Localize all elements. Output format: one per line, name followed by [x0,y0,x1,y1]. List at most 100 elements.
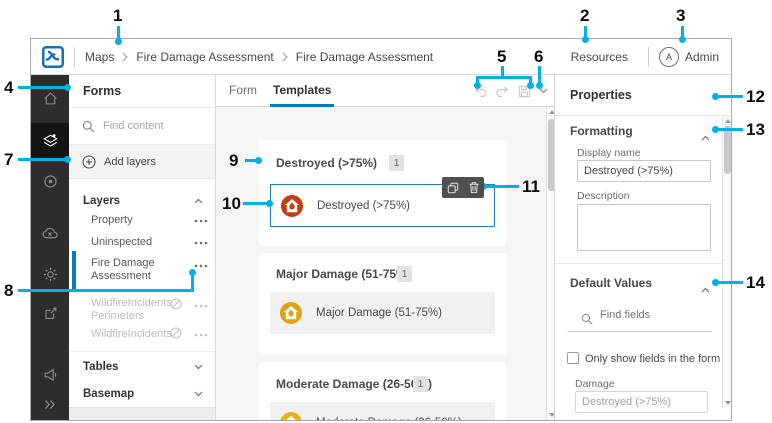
collapse-default-values-button[interactable] [701,280,710,298]
sidebar-item-feedback[interactable] [31,363,69,385]
breadcrumb: Maps Fire Damage Assessment Fire Damage … [85,50,433,64]
scroll-up-arrow[interactable] [725,119,731,123]
template-item-moderate-damage[interactable]: Moderate Damage (26-50%) [270,402,495,420]
chevron-up-icon [701,135,710,141]
breadcrumb-maps[interactable]: Maps [85,50,114,64]
search-underline [567,331,712,332]
scrollbar-thumb[interactable] [724,126,731,174]
ellipsis-icon [194,333,208,337]
breadcrumb-map-name[interactable]: Fire Damage Assessment [136,50,273,64]
chevron-up-icon [701,287,710,293]
avatar[interactable]: A [659,47,679,67]
chevron-up-icon [194,198,203,204]
forms-panel-title: Forms [69,75,215,108]
home-icon [42,90,59,107]
damage-field-label: Damage [575,378,615,390]
display-name-input[interactable] [577,160,711,182]
template-item-major-damage[interactable]: Major Damage (51-75%) [270,292,495,334]
sidebar-item-offline[interactable] [31,222,69,244]
tables-section-label: Tables [83,361,119,373]
arcgis-logo[interactable] [42,46,64,68]
duplicate-icon[interactable] [447,182,459,194]
app-window: Maps Fire Damage Assessment Fire Damage … [30,38,732,421]
forms-icon [42,133,59,150]
forms-panel-footer [69,407,215,420]
scroll-down-arrow[interactable] [725,401,731,405]
layer-name: Property [91,214,133,227]
divider [555,263,731,264]
collapse-formatting-button[interactable] [701,128,710,146]
formatting-section-header: Formatting [570,124,633,138]
sidebar-item-sharing[interactable] [31,302,69,324]
sidebar-item-forms[interactable] [31,123,69,159]
header-divider [648,47,649,67]
properties-panel-body: Formatting Display name Description Defa… [555,116,731,420]
chevron-right-icon [122,52,128,62]
layer-name: Uninspected [91,236,152,249]
overflow-menu-button[interactable] [191,236,211,248]
template-group-title: Moderate Damage (26-50%) [276,376,432,392]
find-fields-input[interactable] [600,309,705,321]
sidebar-item-settings[interactable] [31,263,69,285]
redo-icon [495,84,510,99]
breadcrumb-page-name: Fire Damage Assessment [296,50,433,64]
double-chevron-right-icon [43,398,57,411]
ellipsis-icon [194,304,208,308]
template-count-badge: 1 [397,266,412,282]
template-item-label: Major Damage (51-75%) [316,307,442,319]
basemap-section-label: Basemap [83,388,134,400]
overflow-menu-button[interactable] [191,299,211,311]
redo-button[interactable] [495,84,510,99]
user-name[interactable]: Admin [685,50,719,64]
tables-section-header[interactable]: Tables [69,356,215,378]
gear-icon [42,266,59,283]
layer-row-uninspected[interactable]: Uninspected [69,231,215,253]
moderate-damage-template-icon [279,411,303,420]
resources-link[interactable]: Resources [571,50,628,64]
not-supported-icon [170,298,182,313]
add-layers-label: Add layers [104,156,156,168]
overflow-menu-button[interactable] [191,214,211,226]
template-group-title: Destroyed (>75%) [276,155,377,171]
chevron-down-icon [194,364,203,370]
add-layers-button[interactable]: Add layers [69,145,215,179]
sidebar-collapse-button[interactable] [31,393,69,415]
only-show-fields-label: Only show fields in the form [585,353,720,365]
template-group-destroyed: Destroyed (>75%) 1 Destroyed (>75%) [259,140,506,246]
editor-tab-bar: Form Templates [216,75,554,107]
tab-form[interactable]: Form [229,75,257,107]
not-supported-icon [170,327,182,342]
layer-row-wildfireincidents[interactable]: WildfireIncidents [69,323,215,345]
properties-scrollbar[interactable] [722,116,731,408]
basemap-section-header[interactable]: Basemap [69,383,215,405]
editor-toolbar [473,75,548,107]
find-content-search[interactable] [69,108,215,145]
layer-name: Fire Damage Assessment [91,257,155,283]
layer-row-wildfireincidents-perimeters[interactable]: WildfireIncidents - Perimeters [69,293,215,327]
ellipsis-icon [194,219,208,223]
template-hover-toolbar [442,177,484,198]
cloud-offline-icon [41,225,59,241]
delete-icon[interactable] [468,181,480,194]
megaphone-icon [42,366,59,383]
overflow-menu-button[interactable] [191,328,211,340]
layer-row-property[interactable]: Property [69,209,215,231]
template-item-label: Destroyed (>75%) [317,200,410,212]
templates-list: Destroyed (>75%) 1 Destroyed (>75%) [216,107,554,420]
layer-name: WildfireIncidents [91,328,172,341]
sidebar-item-geofences[interactable] [31,170,69,192]
header-divider [74,47,75,67]
app-sidebar [31,75,69,420]
templates-scrollbar[interactable] [546,107,554,420]
divider [69,351,215,352]
layer-name: WildfireIncidents - Perimeters [91,297,178,323]
editor-panel: Form Templates [216,75,554,420]
damage-field-input[interactable] [575,391,708,413]
display-name-label: Display name [577,147,641,159]
find-content-input[interactable] [103,120,198,132]
sidebar-item-overview[interactable] [31,87,69,109]
description-textarea[interactable] [577,204,711,251]
plus-circle-icon [82,155,96,169]
only-show-fields-checkbox[interactable] [567,352,579,364]
tab-templates[interactable]: Templates [273,75,331,107]
